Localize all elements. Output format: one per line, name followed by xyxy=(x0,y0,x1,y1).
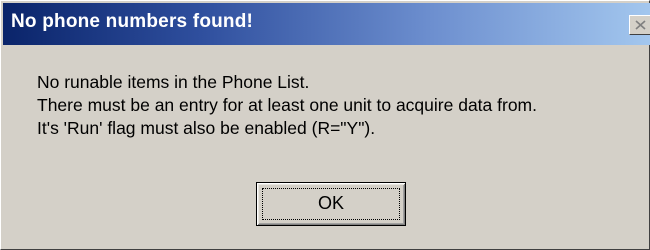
message-dialog: No phone numbers found! No runable items… xyxy=(0,0,650,250)
close-icon xyxy=(635,20,646,30)
dialog-title: No phone numbers found! xyxy=(11,11,254,32)
message-line: No runable items in the Phone List. xyxy=(37,72,310,92)
message-text: No runable items in the Phone List. Ther… xyxy=(37,71,537,140)
message-line: It's 'Run' flag must also be enabled (R=… xyxy=(37,118,376,138)
title-bar[interactable]: No phone numbers found! xyxy=(3,3,650,45)
ok-button[interactable]: OK xyxy=(256,182,406,226)
ok-button-label: OK xyxy=(317,193,344,213)
message-line: There must be an entry for at least one … xyxy=(37,95,537,115)
close-button[interactable] xyxy=(629,15,650,35)
